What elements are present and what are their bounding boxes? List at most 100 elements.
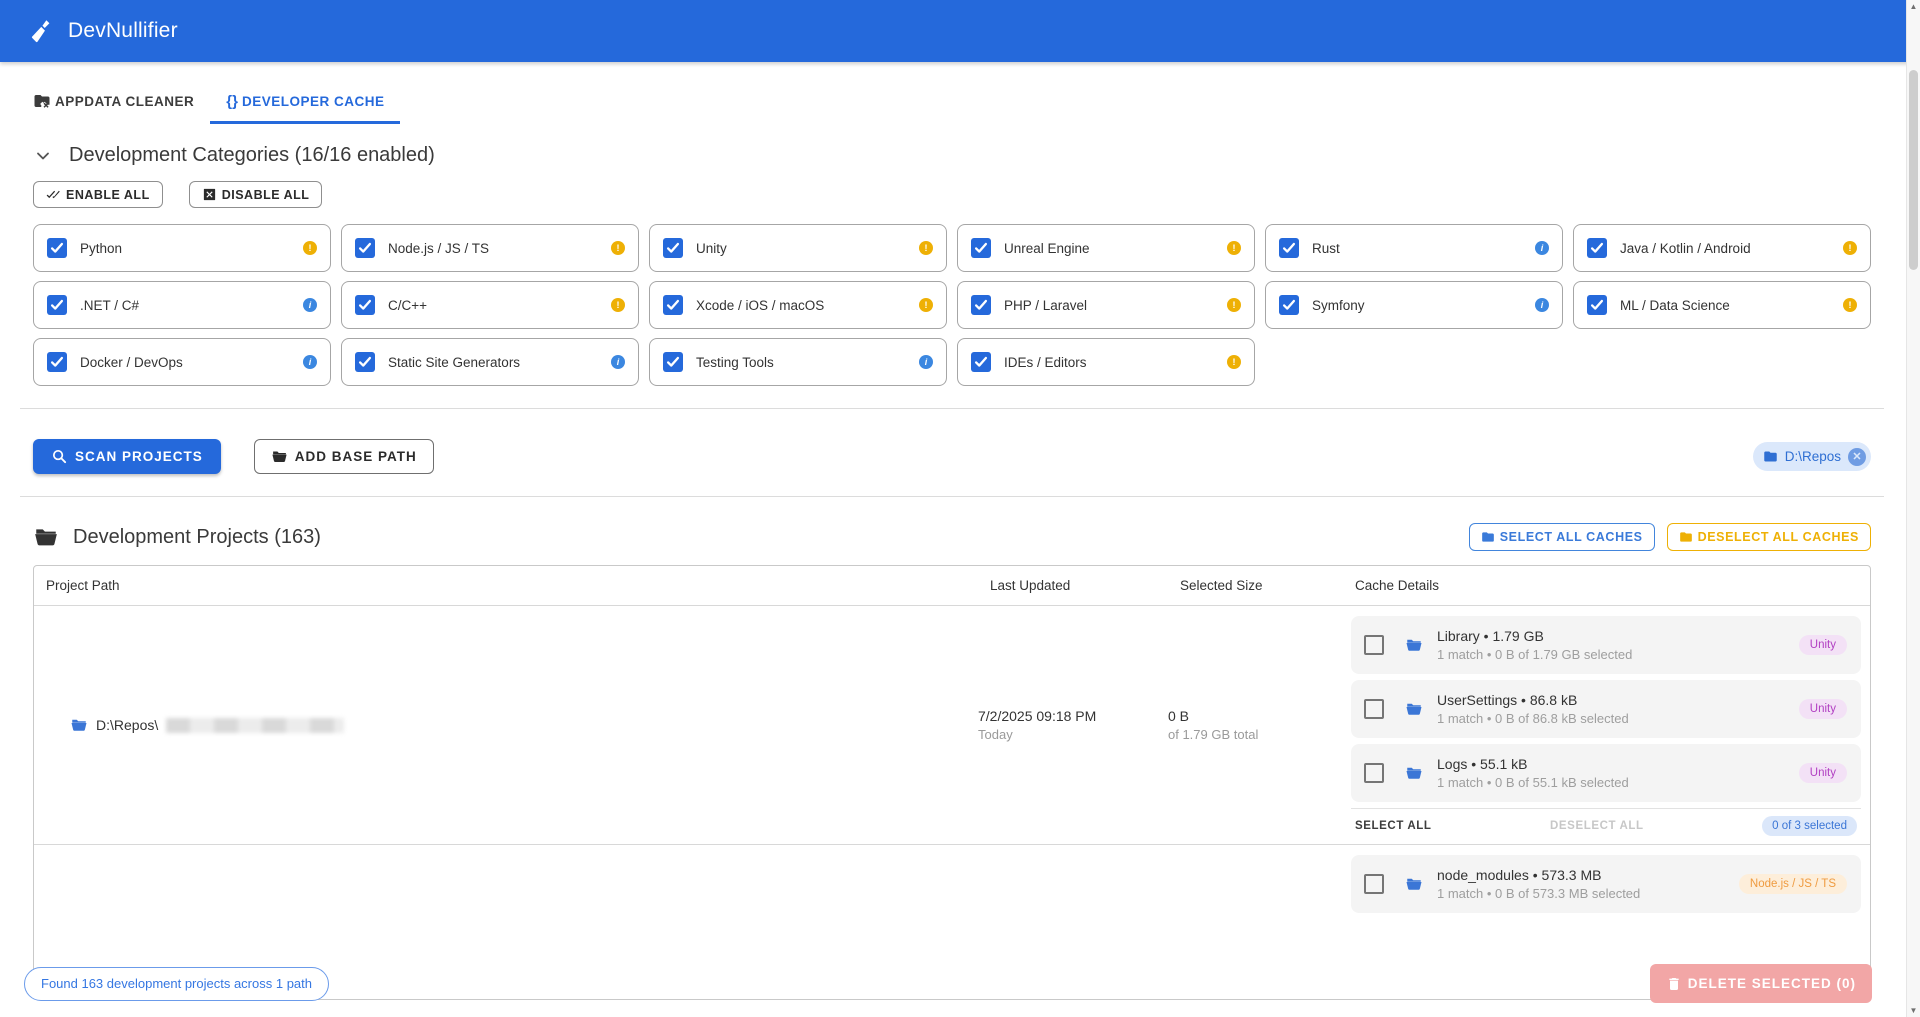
checkbox-checked[interactable] — [1279, 238, 1299, 258]
cache-item-usersettings[interactable]: UserSettings • 86.8 kB 1 match • 0 B of … — [1351, 680, 1861, 738]
checkbox-checked[interactable] — [47, 238, 67, 258]
base-path-label: D:\Repos — [1785, 449, 1841, 464]
category-card-java[interactable]: Java / Kotlin / Android — [1573, 224, 1871, 272]
category-label: IDEs / Editors — [1004, 355, 1227, 370]
category-card-docker[interactable]: Docker / DevOps — [33, 338, 331, 386]
category-label: Unreal Engine — [1004, 241, 1227, 256]
cache-detail: 1 match • 0 B of 86.8 kB selected — [1437, 711, 1799, 726]
category-card-unreal[interactable]: Unreal Engine — [957, 224, 1255, 272]
last-updated-cell: 7/2/2025 09:18 PM Today — [978, 708, 1168, 742]
checkbox-checked[interactable] — [971, 352, 991, 372]
cache-text: UserSettings • 86.8 kB 1 match • 0 B of … — [1437, 692, 1799, 726]
enable-all-button[interactable]: ENABLE ALL — [33, 181, 163, 208]
checkbox-checked[interactable] — [663, 238, 683, 258]
categories-header[interactable]: Development Categories (16/16 enabled) — [33, 144, 1871, 167]
checkbox-checked[interactable] — [1587, 238, 1607, 258]
category-card-ml[interactable]: ML / Data Science — [1573, 281, 1871, 329]
category-card-node[interactable]: Node.js / JS / TS — [341, 224, 639, 272]
checkbox-unchecked[interactable] — [1364, 699, 1384, 719]
scan-projects-button[interactable]: SCAN PROJECTS — [33, 439, 221, 474]
checkbox-checked[interactable] — [1587, 295, 1607, 315]
checkbox-checked[interactable] — [47, 352, 67, 372]
redacted-path — [166, 718, 344, 733]
add-base-path-button[interactable]: ADD BASE PATH — [254, 439, 434, 474]
brand: DevNullifier — [30, 18, 178, 44]
folder-check-icon — [1481, 530, 1495, 544]
scroll-up-arrow[interactable]: ▲ — [1907, 2, 1920, 11]
category-status-icon — [1227, 298, 1241, 312]
checkbox-unchecked[interactable] — [1364, 763, 1384, 783]
category-card-cpp[interactable]: C/C++ — [341, 281, 639, 329]
category-card-dotnet[interactable]: .NET / C# — [33, 281, 331, 329]
remove-path-icon[interactable]: ✕ — [1848, 448, 1866, 466]
category-card-python[interactable]: Python — [33, 224, 331, 272]
category-status-icon — [611, 298, 625, 312]
checkbox-checked[interactable] — [355, 352, 375, 372]
cache-detail: 1 match • 0 B of 573.3 MB selected — [1437, 886, 1739, 901]
cache-badge: Unity — [1799, 699, 1847, 719]
category-status-icon — [1227, 355, 1241, 369]
category-card-unity[interactable]: Unity — [649, 224, 947, 272]
checkbox-checked[interactable] — [663, 352, 683, 372]
cache-item-logs[interactable]: Logs • 55.1 kB 1 match • 0 B of 55.1 kB … — [1351, 744, 1861, 802]
column-last-updated: Last Updated — [978, 566, 1168, 605]
checkbox-checked[interactable] — [971, 295, 991, 315]
checkbox-checked[interactable] — [355, 295, 375, 315]
scan-result-chip: Found 163 development projects across 1 … — [24, 967, 329, 1001]
cache-footer: SELECT ALL DESELECT ALL 0 of 3 selected — [1351, 808, 1861, 838]
checkbox-checked[interactable] — [47, 295, 67, 315]
category-card-static-site[interactable]: Static Site Generators — [341, 338, 639, 386]
checkbox-checked[interactable] — [663, 295, 683, 315]
delete-selected-button[interactable]: DELETE SELECTED (0) — [1650, 964, 1872, 1003]
category-status-icon — [1843, 298, 1857, 312]
projects-table: Project Path Last Updated Selected Size … — [33, 565, 1871, 1000]
app-title: DevNullifier — [68, 19, 178, 43]
category-label: C/C++ — [388, 298, 611, 313]
folder-icon — [1405, 700, 1423, 718]
checkbox-unchecked[interactable] — [1364, 874, 1384, 894]
category-card-rust[interactable]: Rust — [1265, 224, 1563, 272]
category-status-icon — [919, 355, 933, 369]
category-card-xcode[interactable]: Xcode / iOS / macOS — [649, 281, 947, 329]
total-size-value: of 1.79 GB total — [1168, 727, 1343, 742]
scroll-down-arrow[interactable]: ▼ — [1907, 1006, 1920, 1015]
checkbox-checked[interactable] — [1279, 295, 1299, 315]
disable-all-button[interactable]: DISABLE ALL — [189, 181, 323, 208]
category-status-icon — [919, 298, 933, 312]
disable-all-label: DISABLE ALL — [222, 188, 310, 202]
cache-badge: Unity — [1799, 635, 1847, 655]
cache-item-library[interactable]: Library • 1.79 GB 1 match • 0 B of 1.79 … — [1351, 616, 1861, 674]
category-card-testing[interactable]: Testing Tools — [649, 338, 947, 386]
deselect-all-link[interactable]: DESELECT ALL — [1550, 820, 1644, 832]
projects-header: Development Projects (163) SELECT ALL CA… — [33, 523, 1871, 551]
checkbox-unchecked[interactable] — [1364, 635, 1384, 655]
category-label: Symfony — [1312, 298, 1535, 313]
category-card-php[interactable]: PHP / Laravel — [957, 281, 1255, 329]
window-scrollbar[interactable]: ▲ ▼ — [1906, 0, 1920, 1017]
disabled-box-icon — [202, 187, 217, 202]
category-label: ML / Data Science — [1620, 298, 1843, 313]
tab-appdata-cleaner[interactable]: APPDATA CLEANER — [17, 82, 210, 124]
select-all-link[interactable]: SELECT ALL — [1355, 820, 1432, 832]
code-braces-icon: {} — [226, 93, 238, 110]
deselect-all-caches-button[interactable]: DESELECT ALL CACHES — [1667, 523, 1871, 551]
base-path-chip[interactable]: D:\Repos ✕ — [1753, 442, 1871, 471]
category-status-icon — [1535, 241, 1549, 255]
category-card-symfony[interactable]: Symfony — [1265, 281, 1563, 329]
checkbox-checked[interactable] — [355, 238, 375, 258]
tab-bar: APPDATA CLEANER {} DEVELOPER CACHE — [0, 62, 1920, 124]
delete-selected-label: DELETE SELECTED (0) — [1688, 976, 1856, 991]
tab-developer-cache[interactable]: {} DEVELOPER CACHE — [210, 82, 400, 124]
scrollbar-thumb[interactable] — [1909, 70, 1918, 270]
chevron-down-icon[interactable] — [33, 146, 53, 166]
folder-icon — [1405, 764, 1423, 782]
checkbox-checked[interactable] — [971, 238, 991, 258]
category-status-icon — [1227, 241, 1241, 255]
category-label: Node.js / JS / TS — [388, 241, 611, 256]
category-card-ides[interactable]: IDEs / Editors — [957, 338, 1255, 386]
category-label: .NET / C# — [80, 298, 303, 313]
cache-item-node-modules[interactable]: node_modules • 573.3 MB 1 match • 0 B of… — [1351, 855, 1861, 913]
select-all-caches-button[interactable]: SELECT ALL CACHES — [1469, 523, 1655, 551]
column-project-path: Project Path — [34, 566, 978, 605]
cache-text: node_modules • 573.3 MB 1 match • 0 B of… — [1437, 867, 1739, 901]
